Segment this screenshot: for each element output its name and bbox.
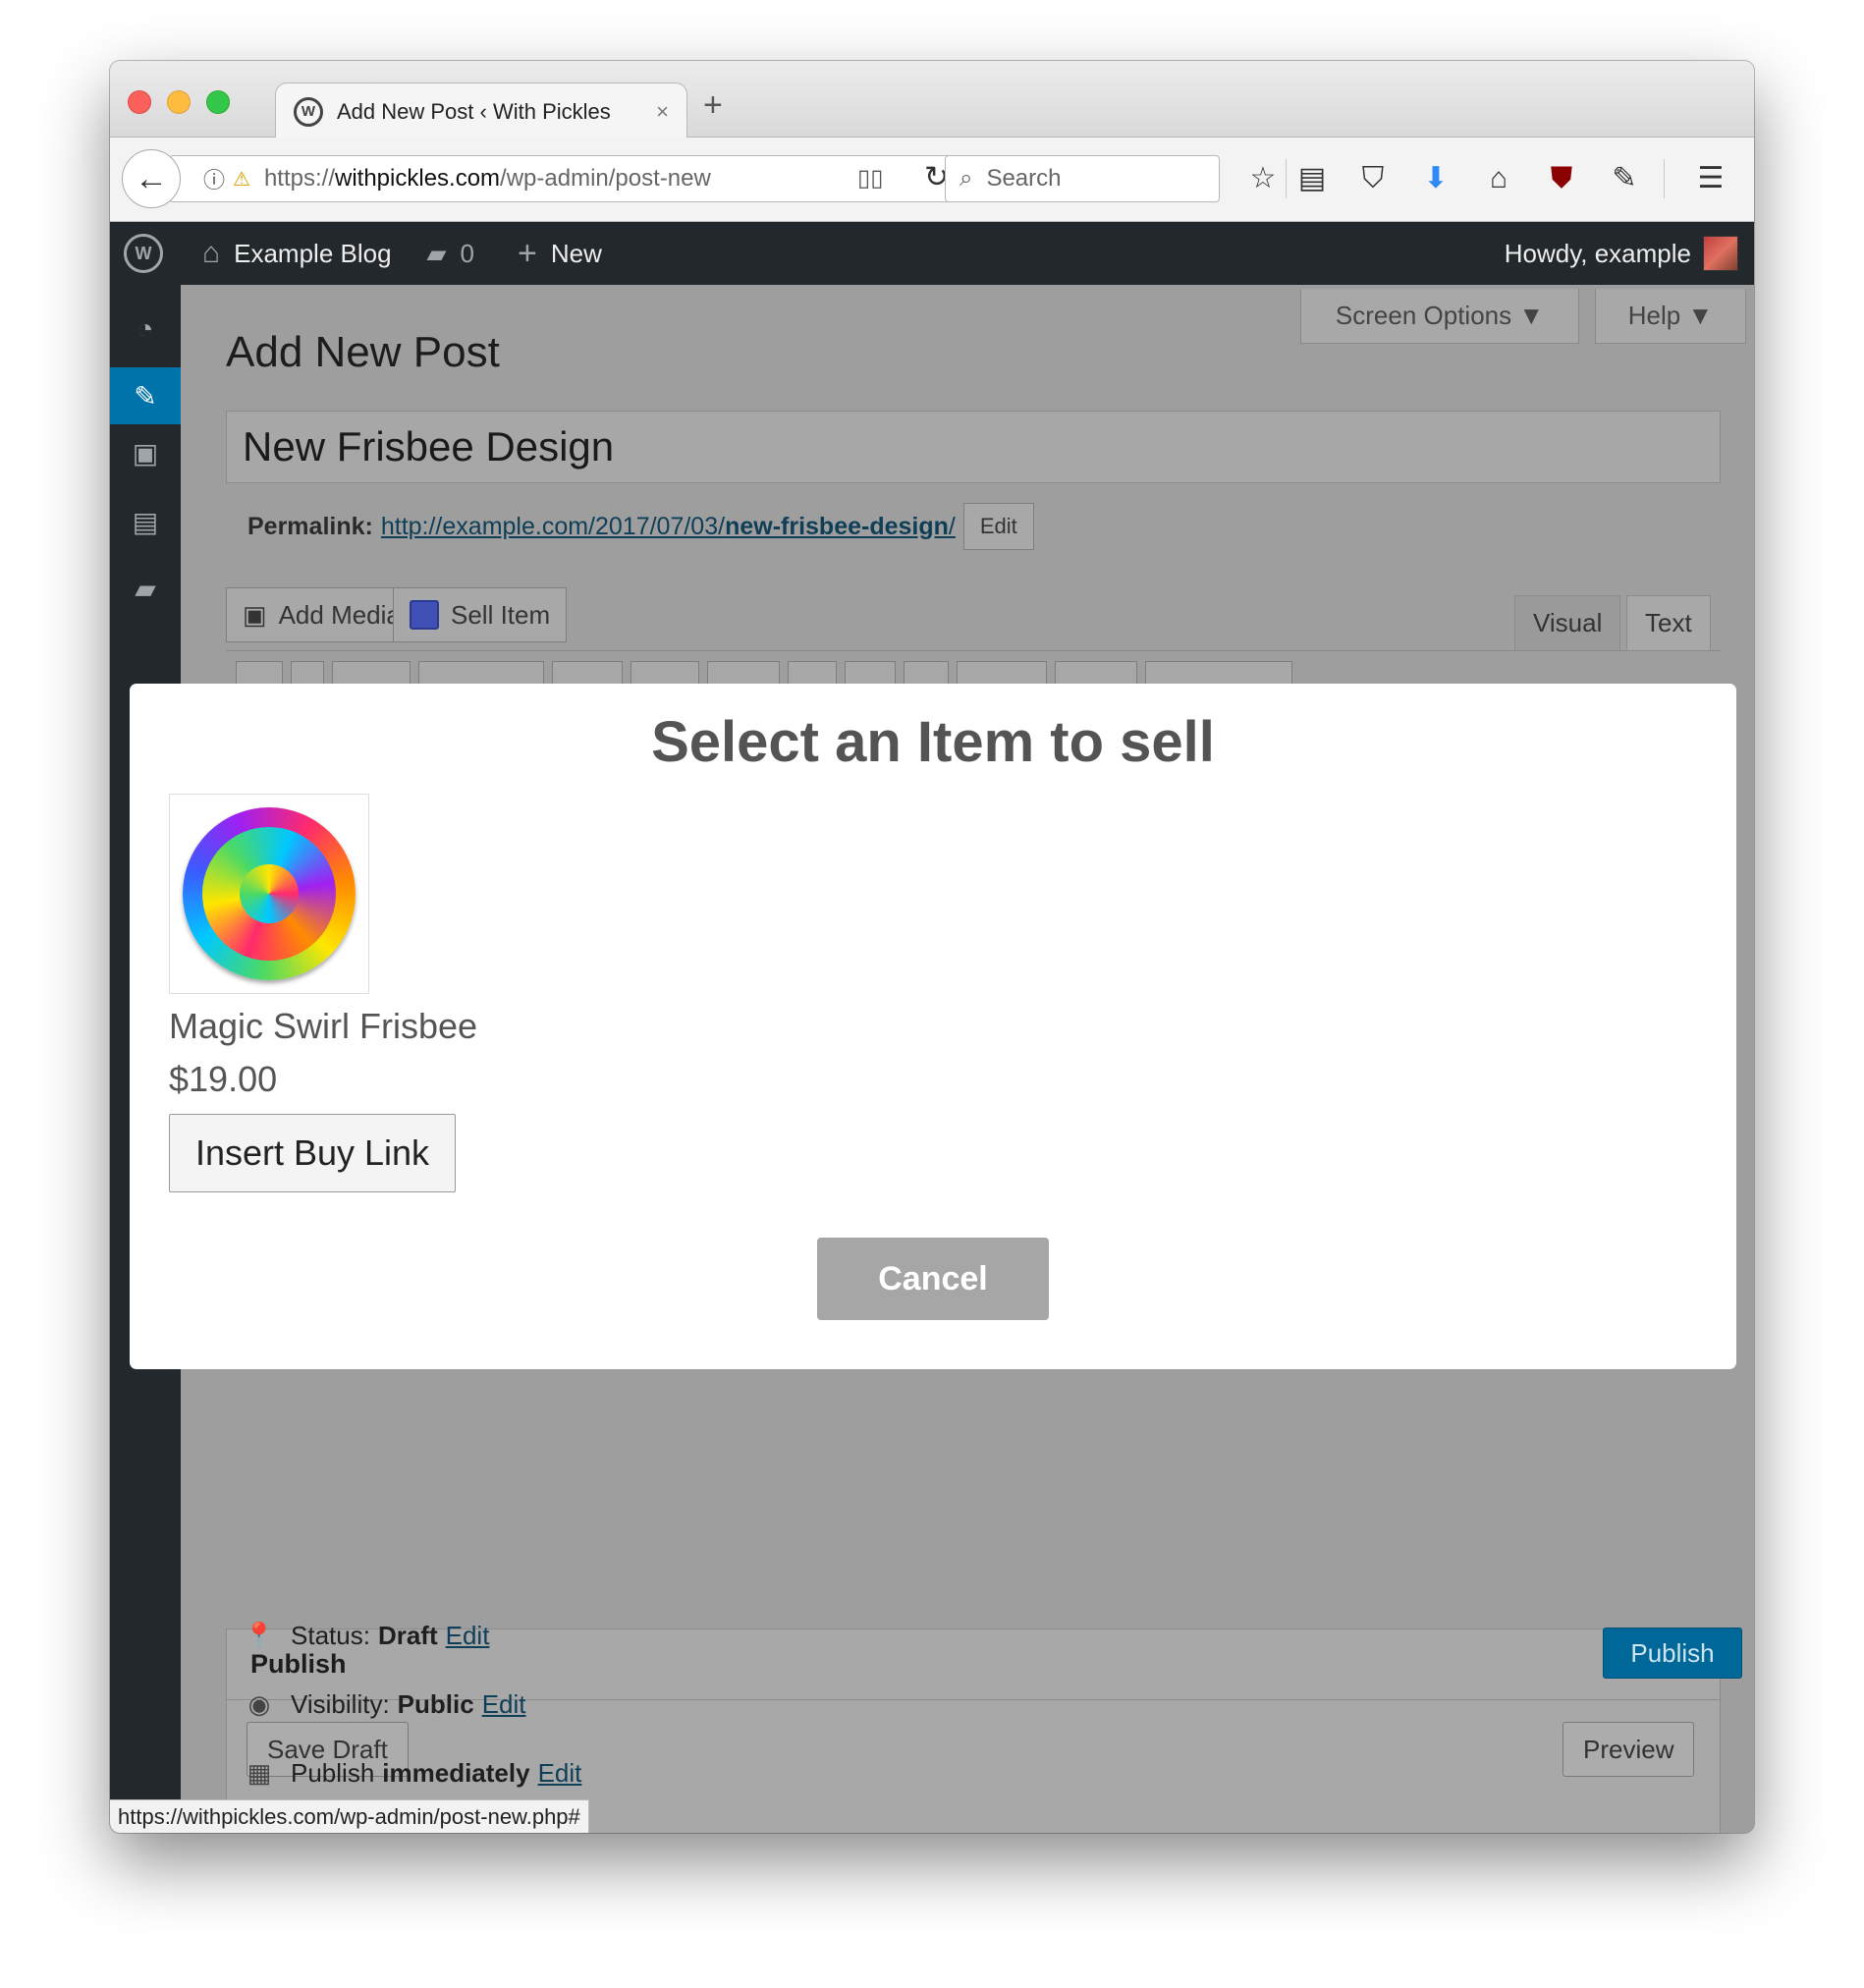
visibility-edit-link[interactable]: Edit <box>482 1689 526 1720</box>
home-icon[interactable]: ⌂ <box>1479 159 1518 198</box>
item-name: Magic Swirl Frisbee <box>169 1006 478 1046</box>
ublock-shield-icon[interactable]: ⛊ <box>1542 159 1581 198</box>
add-media-button[interactable]: ▣ Add Media <box>226 587 417 642</box>
back-button[interactable]: ← <box>122 149 181 208</box>
browser-tab[interactable]: W Add New Post ‹ With Pickles × <box>275 83 687 139</box>
sell-item-button[interactable]: Sell Item <box>393 587 568 642</box>
item-price: $19.00 <box>169 1059 278 1099</box>
plus-icon[interactable]: + <box>518 235 537 273</box>
preview-button[interactable]: Preview <box>1562 1722 1695 1777</box>
howdy-user-link[interactable]: Howdy, example <box>1505 239 1691 269</box>
visibility-row: ◉ Visibility: Public Edit <box>242 1689 526 1720</box>
media-icon[interactable]: ▣ <box>110 424 181 481</box>
site-info-icon[interactable]: ⓘ <box>203 163 225 194</box>
bookmarks-list-icon[interactable]: ▤ <box>1292 159 1332 198</box>
navigation-bar: ⓘ ⚠ https://withpickles.com/wp-admin/pos… <box>110 138 1754 222</box>
schedule-edit-link[interactable]: Edit <box>538 1758 582 1789</box>
permalink-row: Permalink: http://example.com/2017/07/03… <box>247 503 1034 550</box>
item-thumbnail[interactable] <box>169 794 369 994</box>
schedule-row: ▦ Publish immediately Edit <box>242 1758 582 1789</box>
status-edit-link[interactable]: Edit <box>446 1621 490 1651</box>
close-window-button[interactable] <box>128 90 151 114</box>
schedule-label: Publish <box>291 1758 375 1788</box>
visibility-label: Visibility: <box>291 1689 390 1719</box>
search-bar[interactable]: ⌕ Search <box>945 155 1220 202</box>
downloads-icon[interactable]: ⬇ <box>1416 159 1455 198</box>
wp-admin-bar: W ⌂ Example Blog ▰ 0 + New Howdy, exampl… <box>110 222 1754 285</box>
url-text: https://withpickles.com/wp-admin/post-ne… <box>263 165 711 192</box>
eye-icon: ◉ <box>247 1689 271 1719</box>
post-title-input[interactable]: New Frisbee Design <box>226 411 1721 483</box>
publish-button[interactable]: Publish <box>1603 1628 1742 1679</box>
status-row: 📍 Status: Draft Edit <box>242 1621 490 1651</box>
minimize-window-button[interactable] <box>167 90 191 114</box>
schedule-value: immediately <box>382 1758 530 1788</box>
visibility-value: Public <box>397 1689 474 1719</box>
sell-item-label: Sell Item <box>451 599 551 630</box>
hamburger-menu-icon[interactable]: ☰ <box>1691 159 1730 198</box>
tab-title: Add New Post ‹ With Pickles <box>337 98 611 124</box>
url-bar[interactable]: ⓘ ⚠ https://withpickles.com/wp-admin/pos… <box>169 155 976 202</box>
wrench-icon[interactable]: ✎ <box>1605 159 1644 198</box>
home-icon[interactable]: ⌂ <box>202 237 220 270</box>
sell-item-icon <box>410 600 439 630</box>
wordpress-logo-icon[interactable]: W <box>124 234 163 273</box>
page-title: Add New Post <box>226 328 500 376</box>
screen-options-button[interactable]: Screen Options ▼ <box>1300 289 1579 344</box>
site-name-link[interactable]: Example Blog <box>234 239 391 269</box>
avatar[interactable] <box>1703 236 1738 271</box>
dashboard-icon[interactable]: ◔ <box>110 301 181 358</box>
tab-visual[interactable]: Visual <box>1514 595 1621 650</box>
permalink-link[interactable]: http://example.com/2017/07/03/new-frisbe… <box>381 513 956 541</box>
frisbee-image <box>183 807 356 980</box>
add-media-label: Add Media <box>278 599 401 630</box>
wordpress-favicon-icon: W <box>294 96 323 127</box>
toolbar-divider <box>1286 159 1287 198</box>
publish-box-title: Publish <box>250 1649 347 1679</box>
media-icon: ▣ <box>243 599 267 630</box>
calendar-icon: ▦ <box>247 1758 272 1788</box>
pages-icon[interactable]: ▤ <box>110 493 181 550</box>
zoom-window-button[interactable] <box>206 90 230 114</box>
permalink-edit-button[interactable]: Edit <box>962 503 1034 550</box>
permalink-label: Permalink: <box>247 512 373 540</box>
tab-text[interactable]: Text <box>1626 595 1711 650</box>
status-value: Draft <box>377 1621 438 1650</box>
comment-icon[interactable]: ▰ <box>427 239 447 269</box>
cancel-button[interactable]: Cancel <box>817 1238 1049 1320</box>
status-label: Status: <box>291 1621 370 1650</box>
search-icon: ⌕ <box>959 165 973 192</box>
reader-view-icon[interactable]: ▯▯ <box>857 164 883 193</box>
tab-bar: W Add New Post ‹ With Pickles × + <box>110 61 1754 139</box>
sell-item-modal: Select an Item to sell Magic Swirl Frisb… <box>130 684 1736 1369</box>
comment-count[interactable]: 0 <box>461 239 474 269</box>
insert-buy-link-button[interactable]: Insert Buy Link <box>169 1114 456 1192</box>
pocket-icon[interactable]: ⛉ <box>1353 159 1393 198</box>
search-placeholder: Search <box>986 165 1062 192</box>
insecure-lock-icon[interactable]: ⚠ <box>233 167 250 192</box>
status-url-tooltip: https://withpickles.com/wp-admin/post-ne… <box>110 1799 589 1833</box>
tab-close-icon[interactable]: × <box>656 99 669 125</box>
bookmark-star-icon[interactable]: ☆ <box>1243 159 1283 198</box>
new-content-link[interactable]: New <box>551 239 602 269</box>
browser-window: W Add New Post ‹ With Pickles × + ⓘ ⚠ ht… <box>110 61 1754 1833</box>
modal-title: Select an Item to sell <box>651 710 1215 774</box>
new-tab-button[interactable]: + <box>703 88 723 122</box>
help-button[interactable]: Help ▼ <box>1595 289 1746 344</box>
toolbar-divider <box>1664 159 1665 198</box>
pin-icon: 📍 <box>243 1621 276 1650</box>
posts-pin-icon[interactable]: ✎ <box>110 367 181 424</box>
comments-icon[interactable]: ▰ <box>110 560 181 617</box>
